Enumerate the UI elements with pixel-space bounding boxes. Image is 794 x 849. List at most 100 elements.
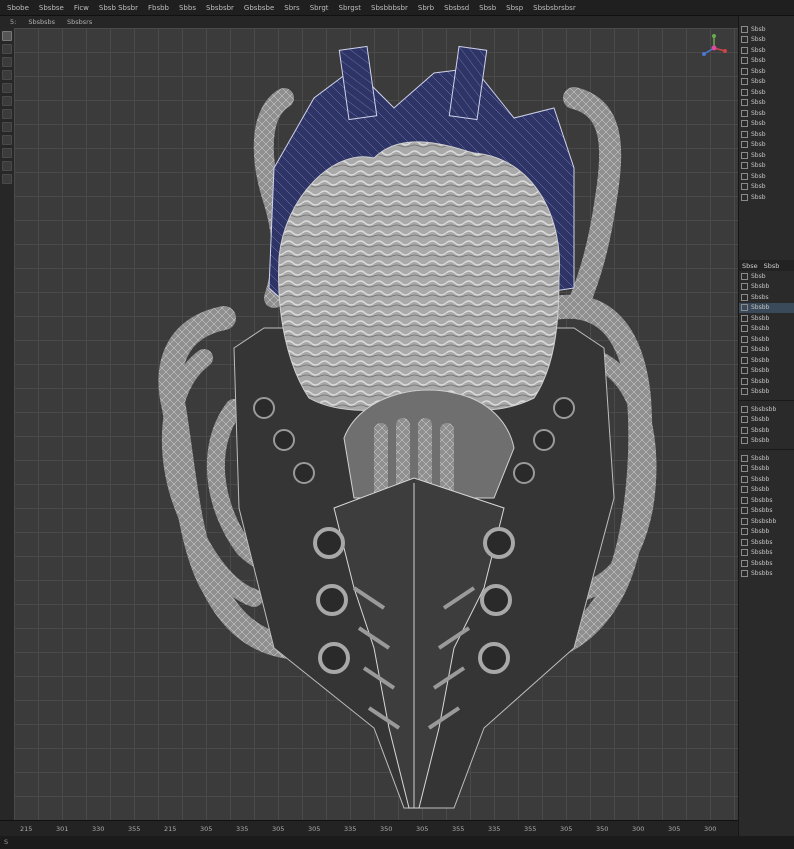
property-row[interactable]: Sbsbbs [739, 558, 794, 569]
menu-item[interactable]: Sbsbbbsbr [366, 4, 413, 12]
cursor-tool-icon[interactable] [2, 122, 12, 132]
property-checkbox[interactable] [741, 496, 748, 504]
sub-toolbar-item[interactable]: Sbsbsbs [22, 18, 61, 26]
property-checkbox[interactable] [741, 559, 748, 567]
brush-tool-icon[interactable] [2, 148, 12, 158]
property-checkbox[interactable] [741, 367, 748, 375]
property-checkbox[interactable] [741, 325, 748, 333]
outliner-row[interactable]: Sbsb [739, 45, 794, 56]
property-checkbox[interactable] [741, 454, 748, 462]
outliner-row[interactable]: Sbsb [739, 171, 794, 182]
property-row[interactable]: Sbsbb [739, 474, 794, 485]
menu-item[interactable]: Sbbs [174, 4, 201, 12]
property-checkbox[interactable] [741, 507, 748, 515]
property-checkbox[interactable] [741, 437, 748, 445]
measure-tool-icon[interactable] [2, 109, 12, 119]
menu-item[interactable]: Sbrb [413, 4, 439, 12]
outliner-row[interactable]: Sbsb [739, 161, 794, 172]
property-row[interactable]: Sbsbb [739, 313, 794, 324]
visibility-checkbox[interactable] [741, 67, 748, 75]
outliner-row[interactable]: Sbsb [739, 87, 794, 98]
menu-item[interactable]: Gbsbsbe [239, 4, 279, 12]
visibility-checkbox[interactable] [741, 151, 748, 159]
property-checkbox[interactable] [741, 426, 748, 434]
property-row[interactable]: Sbsbb [739, 334, 794, 345]
property-checkbox[interactable] [741, 314, 748, 322]
menu-item[interactable]: Sbsb Sbsbr [94, 4, 143, 12]
outliner-row[interactable]: Sbsb [739, 119, 794, 130]
visibility-checkbox[interactable] [741, 120, 748, 128]
property-row[interactable]: Sbsbsbb [739, 404, 794, 415]
visibility-checkbox[interactable] [741, 88, 748, 96]
transform-tool-icon[interactable] [2, 83, 12, 93]
rotate-tool-icon[interactable] [2, 57, 12, 67]
visibility-checkbox[interactable] [741, 99, 748, 107]
property-checkbox[interactable] [741, 416, 748, 424]
property-checkbox[interactable] [741, 538, 748, 546]
menu-item[interactable]: Fbsbb [143, 4, 174, 12]
outliner-row[interactable]: Sbsb [739, 129, 794, 140]
3d-viewport[interactable] [14, 28, 738, 820]
property-row[interactable]: Sbsbb [739, 425, 794, 436]
tab-properties[interactable]: Sbse [739, 262, 761, 270]
property-checkbox[interactable] [741, 517, 748, 525]
property-checkbox[interactable] [741, 272, 748, 280]
menu-item[interactable]: Sbsbsbr [201, 4, 239, 12]
property-row[interactable]: Sbsbbs [739, 569, 794, 580]
menu-item[interactable]: Sbsb [474, 4, 501, 12]
visibility-checkbox[interactable] [741, 25, 748, 33]
property-row[interactable]: Sbsbb [739, 345, 794, 356]
property-checkbox[interactable] [741, 293, 748, 301]
outliner-row[interactable]: Sbsb [739, 192, 794, 203]
outliner-row[interactable]: Sbsb [739, 56, 794, 67]
sub-toolbar-item[interactable]: Sbsbsrs [61, 18, 98, 26]
property-row[interactable]: Sbsbb [739, 282, 794, 293]
outliner-row[interactable]: Sbsb [739, 140, 794, 151]
property-row[interactable]: Sbsbb [739, 355, 794, 366]
property-row[interactable]: Sbsbb [739, 436, 794, 447]
property-checkbox[interactable] [741, 377, 748, 385]
property-checkbox[interactable] [741, 388, 748, 396]
menu-item[interactable]: Ficw [69, 4, 94, 12]
property-row[interactable]: Sbsbs [739, 292, 794, 303]
tab-settings[interactable]: Sbsb [761, 262, 783, 270]
timeline-ruler[interactable]: 215 301 330 355 215 305 335 305 305 335 … [0, 820, 738, 837]
extrude-tool-icon[interactable] [2, 174, 12, 184]
outliner-row[interactable]: Sbsb [739, 35, 794, 46]
property-row[interactable]: Sbsbb [739, 366, 794, 377]
menu-item[interactable]: Sbrs [279, 4, 304, 12]
visibility-checkbox[interactable] [741, 162, 748, 170]
property-row[interactable]: Sbsbb [739, 324, 794, 335]
menu-item[interactable]: Sbrgst [334, 4, 366, 12]
property-row[interactable]: Sbsbbs [739, 506, 794, 517]
visibility-checkbox[interactable] [741, 183, 748, 191]
menu-item[interactable]: Sbsbsbrsbsr [528, 4, 581, 12]
visibility-checkbox[interactable] [741, 130, 748, 138]
orientation-gizmo-icon[interactable] [700, 34, 728, 62]
property-checkbox[interactable] [741, 346, 748, 354]
scale-tool-icon[interactable] [2, 70, 12, 80]
visibility-checkbox[interactable] [741, 109, 748, 117]
outliner-row[interactable]: Sbsb [739, 108, 794, 119]
property-checkbox[interactable] [741, 283, 748, 291]
outliner-row[interactable]: Sbsb [739, 24, 794, 35]
property-row[interactable]: Sbsbb [739, 387, 794, 398]
property-row[interactable]: Sbsbb [739, 415, 794, 426]
visibility-checkbox[interactable] [741, 57, 748, 65]
property-row[interactable]: Sbsb [739, 271, 794, 282]
add-tool-icon[interactable] [2, 135, 12, 145]
property-row[interactable]: Sbsbbs [739, 495, 794, 506]
annotate-tool-icon[interactable] [2, 96, 12, 106]
property-checkbox[interactable] [741, 486, 748, 494]
property-row[interactable]: Sbsbbs [739, 537, 794, 548]
property-row[interactable]: Sbsbsbb [739, 516, 794, 527]
property-row[interactable]: Sbsbb [739, 527, 794, 538]
visibility-checkbox[interactable] [741, 141, 748, 149]
menu-item[interactable]: Sbsbse [34, 4, 69, 12]
property-checkbox[interactable] [741, 405, 748, 413]
knife-tool-icon[interactable] [2, 161, 12, 171]
property-checkbox[interactable] [741, 549, 748, 557]
outliner-row[interactable]: Sbsb [739, 77, 794, 88]
sub-toolbar-item[interactable]: 5: [4, 18, 22, 26]
property-row[interactable]: Sbsbb [739, 302, 794, 313]
